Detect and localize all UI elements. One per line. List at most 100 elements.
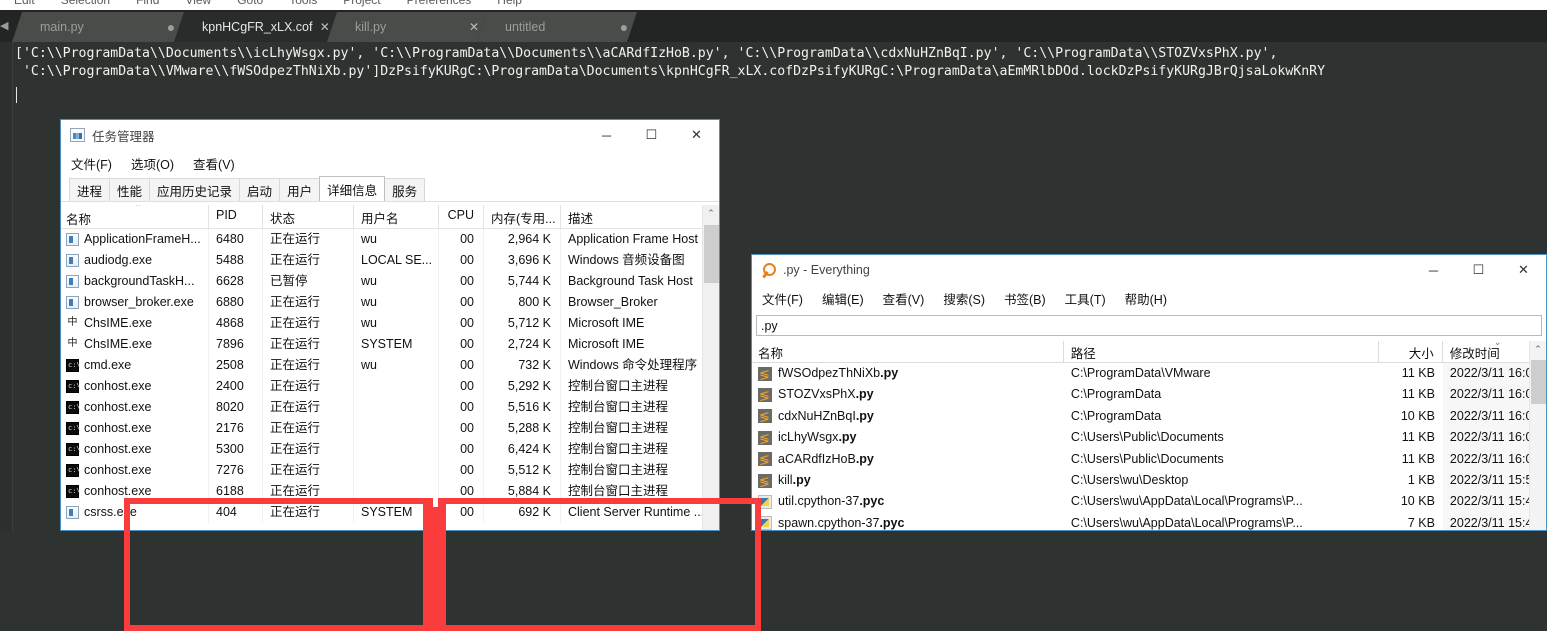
ev-result-row[interactable]: cdxNuHZnBqI.pyC:\ProgramData10 KB2022/3/…	[752, 405, 1546, 428]
process-name: ChsIME.exe	[84, 337, 153, 351]
tm-process-row[interactable]: cmd.exe 2508正在运行wu00732 KWindows 命令处理程序	[61, 355, 719, 376]
tm-process-row[interactable]: conhost.exe6188正在运行005,884 K控制台窗口主进程	[61, 481, 719, 502]
task-manager-process-table: 名称 ⌃ PID 状态 用户名 CPU 内存(专用... 描述 ApplicationFram…	[61, 205, 719, 530]
search-input[interactable]	[756, 315, 1542, 336]
generic-app-icon	[66, 233, 79, 246]
tm-menu-v[interactable]: 查看(V)	[193, 154, 235, 173]
tm-cell-pid: 5300	[209, 439, 263, 460]
scrollbar-thumb[interactable]	[1531, 360, 1546, 404]
tm-col-header-5[interactable]: 内存(专用...	[484, 205, 561, 228]
editor-tab-untitled[interactable]: untitled ●	[477, 12, 637, 42]
menu-item-goto[interactable]: Goto	[237, 0, 263, 9]
tm-cell-description: 控制台窗口主进程	[561, 418, 706, 439]
tm-cell-username: wu	[354, 271, 439, 292]
ev-result-row[interactable]: util.cpython-37.pyc C:\Users\wu\AppData\L…	[752, 491, 1546, 513]
ev-cell-size: 10 KB	[1400, 494, 1435, 509]
ev-menu-h[interactable]: 帮助(H)	[1125, 289, 1167, 308]
close-button[interactable]: ✕	[1501, 255, 1546, 285]
tm-process-row[interactable]: conhost.exe 5300正在运行 006,424 K控制台窗口主进程	[61, 439, 719, 460]
maximize-button[interactable]: ☐	[629, 120, 674, 150]
tm-tab-性能[interactable]: 性能	[109, 178, 151, 201]
pyc-file-icon	[758, 495, 772, 510]
menu-item-view[interactable]: View	[185, 0, 211, 9]
tm-menu-o[interactable]: 选项(O)	[131, 154, 174, 173]
tm-col-header-2[interactable]: 状态	[263, 205, 354, 228]
task-manager-scrollbar[interactable]: ⌃	[702, 205, 719, 530]
tm-col-header-3[interactable]: 用户名	[354, 205, 439, 228]
ev-col-header-2[interactable]: 大小	[1379, 341, 1443, 362]
tm-cell-pid: 6880	[209, 292, 263, 313]
python-file-icon	[758, 473, 772, 488]
ev-result-row[interactable]: icLhyWsgx.py C:\Users\Public\Documents 11 …	[752, 427, 1546, 449]
ev-menu-s[interactable]: 搜索(S)	[943, 289, 985, 308]
task-manager-window[interactable]: 任务管理器 ─ ☐ ✕ 文件(F) 选项(O) 查看(V) 进程 性能 应用历史记录 启动…	[60, 119, 761, 631]
tm-process-row[interactable]: csrss.exe 404 正在运行 SYSTEM 00 692 K Client Serv…	[61, 502, 719, 523]
menu-item-find[interactable]: Find	[136, 0, 159, 9]
everything-search-area	[752, 311, 1546, 339]
minimize-button[interactable]: ─	[584, 120, 629, 150]
tm-process-row[interactable]: backgroundTaskH... 6628 已暂停 wu 00 5,744 K Back…	[61, 271, 719, 292]
editor-tab-main-py[interactable]: main.py ●	[12, 12, 184, 42]
everything-scrollbar[interactable]: ⌃	[1529, 341, 1546, 530]
tab-scroll-left-icon[interactable]: ◀	[0, 18, 10, 34]
tm-col-header-6[interactable]: 描述	[561, 205, 706, 228]
tm-cell-name: browser_broker.exe	[61, 292, 209, 313]
tm-process-row[interactable]: conhost.exe 8020正在运行 005,516 K控制台窗口主进程	[61, 397, 719, 418]
task-manager-tabstrip: 进程 性能 应用历史记录 启动 用户 详细信息 服务	[61, 176, 719, 202]
editor-tab-kpnhcgfr-xlx-cof[interactable]: kpnHCgFR_xLX.cof ✕	[174, 12, 337, 42]
tab-label: kill.py	[355, 20, 387, 34]
tm-tab-用户[interactable]: 用户	[279, 178, 321, 201]
ev-result-row[interactable]: fWSOdpezThNiXb.py C:\ProgramData\VMware 11…	[752, 363, 1546, 385]
ev-result-row[interactable]: kill.pyC:\Users\wu\Desktop1 KB2022/3/11 …	[752, 469, 1546, 492]
ev-menu-v[interactable]: 查看(V)	[883, 289, 925, 308]
tab-dirty-dot-icon[interactable]: ●	[611, 19, 637, 35]
tm-tab-服务[interactable]: 服务	[384, 178, 426, 201]
tm-col-header-4[interactable]: CPU	[439, 205, 484, 228]
ev-menu-t[interactable]: 工具(T)	[1065, 289, 1106, 308]
editor-tab-kill-py[interactable]: kill.py ✕	[327, 12, 487, 42]
scroll-up-icon[interactable]: ⌃	[703, 205, 719, 222]
tm-cell-username	[354, 376, 439, 397]
tm-menu-f[interactable]: 文件(F)	[71, 154, 112, 173]
tm-process-row[interactable]: 中 ChsIME.exe 4868 正在运行 wu 00 5,712 K Microsoft …	[61, 313, 719, 334]
everything-titlebar[interactable]: .py - Everything ─ ☐ ✕	[752, 255, 1546, 285]
tm-process-row[interactable]: conhost.exe 7276正在运行 005,512 K控制台窗口主进程	[61, 460, 719, 481]
ev-col-header-0[interactable]: 名称	[752, 341, 1064, 362]
ev-result-row[interactable]: aCARdfIzHoB.py C:\Users\Public\Documents 1…	[752, 448, 1546, 470]
close-button[interactable]: ✕	[674, 120, 719, 150]
menu-item-project[interactable]: Project	[343, 0, 380, 9]
menu-item-tools[interactable]: Tools	[289, 0, 317, 9]
tm-process-row[interactable]: ApplicationFrameH... 6480 正在运行 wu 00 2,964 KA…	[61, 229, 719, 250]
tm-col-header-1[interactable]: PID	[209, 205, 263, 228]
ev-col-header-1[interactable]: 路径	[1064, 341, 1379, 362]
ev-result-row[interactable]: STOZVxsPhX.pyC:\ProgramData11 KB2022/3/1…	[752, 384, 1546, 406]
tm-tab-启动[interactable]: 启动	[239, 178, 281, 201]
everything-window[interactable]: .py - Everything ─ ☐ ✕ 文件(F) 编辑(E) 查看(V) 搜索…	[751, 254, 1547, 531]
scroll-up-icon[interactable]: ⌃	[1530, 341, 1546, 358]
menu-item-edit[interactable]: Edit	[14, 0, 35, 9]
tm-cell-status: 正在运行	[263, 292, 354, 313]
ev-result-row[interactable]: spawn.cpython-37.pyc C:\Users\wu\AppData\…	[752, 512, 1546, 530]
ev-cell-size: 1 KB	[1407, 472, 1435, 487]
tm-tab-详细信息[interactable]: 详细信息	[319, 176, 386, 201]
task-manager-titlebar[interactable]: 任务管理器 ─ ☐ ✕	[61, 120, 719, 150]
menu-item-selection[interactable]: Selection	[61, 0, 110, 9]
tm-tab-应用历史记录[interactable]: 应用历史记录	[149, 178, 241, 201]
menu-item-preferences[interactable]: Preferences	[407, 0, 472, 9]
tm-process-row[interactable]: audiodg.exe 5488 正在运行 LOCAL SE... 00 3,696 KW…	[61, 250, 719, 271]
ev-menu-b[interactable]: 书签(B)	[1004, 289, 1046, 308]
tm-process-row[interactable]: 中 ChsIME.exe 7896 正在运行 SYSTEM 00 2,724 K Micros…	[61, 334, 719, 355]
file-name: spawn.cpython-37.pyc	[778, 515, 905, 530]
maximize-button[interactable]: ☐	[1456, 255, 1501, 285]
ev-menu-e[interactable]: 编辑(E)	[822, 289, 864, 308]
tm-process-row[interactable]: conhost.exe 2176正在运行 005,288 K控制台窗口主进程	[61, 418, 719, 439]
ev-menu-f[interactable]: 文件(F)	[762, 289, 803, 308]
tab-label: main.py	[40, 20, 84, 34]
tm-process-row[interactable]: conhost.exe 2400正在运行 005,292 K控制台窗口主进程	[61, 376, 719, 397]
tm-col-header-0[interactable]: 名称 ⌃	[61, 205, 209, 228]
tm-process-row[interactable]: browser_broker.exe 6880 正在运行 wu 00 800 K Brows…	[61, 292, 719, 313]
menu-item-help[interactable]: Help	[497, 0, 522, 9]
scrollbar-thumb[interactable]	[704, 225, 719, 283]
minimize-button[interactable]: ─	[1411, 255, 1456, 285]
tm-tab-进程[interactable]: 进程	[69, 178, 111, 201]
